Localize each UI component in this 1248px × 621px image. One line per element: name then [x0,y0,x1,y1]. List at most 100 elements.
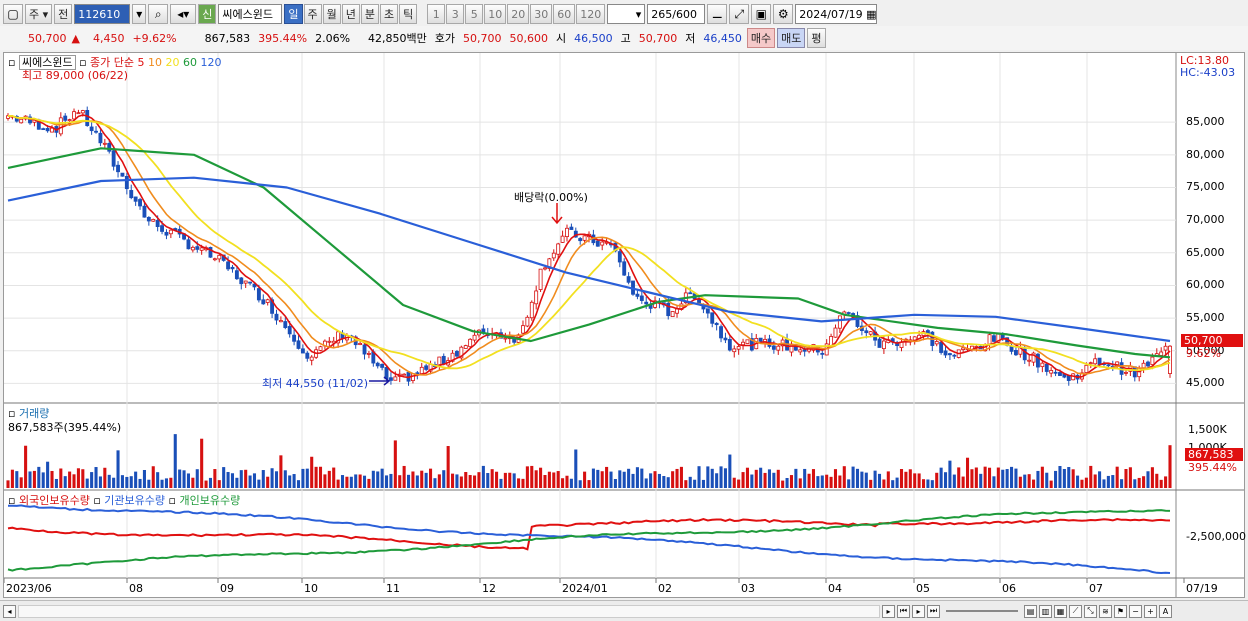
volume-bar-4 [24,445,28,488]
volume-bar-118 [525,466,529,488]
candle-body-131 [582,235,587,241]
y-tick-8: 45,000 [1186,376,1225,390]
candle-body-118 [525,316,530,327]
volume-bar-222 [983,466,987,488]
volume-bar-143 [635,467,639,488]
quote-ask: 50,700 [463,31,502,45]
stock-code-input[interactable]: 112610 [74,4,131,24]
candle-body-48 [217,254,222,260]
sell-button[interactable]: 매도 [777,28,806,48]
line-tool-icon[interactable]: ⟋ [1069,604,1082,618]
eval-button[interactable]: 평 [807,28,826,48]
volume-bar-147 [653,471,657,488]
interval-button-0[interactable]: 1 [427,4,446,24]
chart-area[interactable]: ▫ 씨에스윈드 ▫ 종가 단순 5 10 20 60 120 최고 89,000… [3,52,1246,598]
candle-body-165 [732,348,737,353]
volume-bar-26 [120,475,124,488]
volume-bar-259 [1146,471,1150,488]
zoom-slider[interactable] [946,610,1018,612]
volume-bar-120 [534,470,538,488]
interval-button-1[interactable]: 3 [446,4,465,24]
horizontal-scrollbar[interactable] [18,604,880,618]
volume-bar-21 [98,476,102,488]
candle-style-icon[interactable]: ⚊ [707,4,728,24]
save-icon[interactable]: ▣ [751,4,772,24]
volume-bar-162 [719,466,723,488]
marker-tool-icon[interactable]: ⚑ [1114,604,1127,618]
volume-bar-23 [107,474,111,488]
volume-bar-173 [767,469,771,488]
new-button[interactable]: 신 [198,4,217,24]
timeframe-button-4[interactable]: 분 [360,4,380,24]
candle-body-25 [116,164,120,173]
candle-body-22 [102,142,107,145]
interval-button-7[interactable]: 120 [576,4,606,24]
draw-tool-icon[interactable]: ⤢ [729,4,750,24]
volume-bar-140 [622,471,626,488]
volume-bar-251 [1111,475,1115,488]
timeframe-button-1[interactable]: 주 [303,4,322,24]
volume-bar-12 [59,468,63,488]
date-field[interactable]: 2024/07/19 ▦ [795,4,878,24]
interval-button-2[interactable]: 5 [465,4,484,24]
timeframe-button-0[interactable]: 일 [284,4,303,24]
candle-body-181 [802,349,807,352]
candle-body-14 [67,119,72,122]
play-icon[interactable]: ▸ [912,604,925,618]
candle-body-28 [129,190,134,199]
volume-bar-61 [274,471,279,488]
interval-combo[interactable]: ▾ [607,4,646,24]
interval-button-5[interactable]: 30 [530,4,553,24]
first-page-icon[interactable]: ⏮ [897,604,910,618]
volume-bar-183 [811,469,816,488]
text-tool-icon[interactable]: A [1159,604,1172,618]
fib-tool-icon[interactable]: ≋ [1099,604,1112,618]
zoom-in-icon[interactable]: + [1144,604,1157,618]
volume-bar-56 [252,473,257,488]
period-type-select[interactable]: 주 ▾ [25,4,53,24]
candle-body-141 [626,276,631,283]
hc-value: HC:-43.03 [1180,66,1236,79]
search-icon[interactable]: ⌕ [148,4,169,24]
timeframe-button-5[interactable]: 초 [380,4,399,24]
interval-button-4[interactable]: 20 [507,4,530,24]
y-tick-2: 75,000 [1186,180,1225,194]
buy-button[interactable]: 매수 [746,28,776,48]
interval-button-6[interactable]: 60 [553,4,576,24]
speaker-icon[interactable]: ◂▾ [170,4,197,24]
scroll-left-icon[interactable]: ◂ [3,604,16,618]
timeframe-button-6[interactable]: 틱 [399,4,418,24]
candle-body-9 [45,128,50,132]
layout-icon[interactable]: ▤ [1024,604,1037,618]
timeframe-button-2[interactable]: 월 [322,4,341,24]
volume-bar-111 [495,471,499,488]
trend-tool-icon[interactable]: ⤡ [1084,604,1097,618]
high-label: 고 [620,32,631,45]
volume-bar-41 [186,473,190,488]
last-page-icon[interactable]: ⏭ [927,604,940,618]
count-field[interactable]: 265/600 [647,4,706,24]
candle-body-238 [1053,371,1058,374]
volume-bar-210 [930,480,934,488]
interval-button-3[interactable]: 10 [484,4,507,24]
candle-body-85 [380,363,385,368]
chart-menu-icon[interactable]: ▢ [3,4,23,24]
scroll-right-icon[interactable]: ▸ [882,604,895,618]
zoom-out-icon[interactable]: − [1129,604,1142,618]
gear-icon[interactable]: ⚙ [773,4,794,24]
timeframe-button-3[interactable]: 년 [341,4,360,24]
candle-body-13 [63,115,68,121]
code-dropdown-icon[interactable]: ▾ [132,4,147,24]
volume-bar-195 [864,472,868,488]
stock-chart-svg[interactable] [4,53,1244,597]
prev-button[interactable]: 전 [54,4,73,24]
tile-icon[interactable]: ▦ [1054,604,1067,618]
candle-body-134 [595,240,600,247]
volume-bar-102 [455,474,459,488]
candle-body-17 [80,110,85,114]
volume-bar-38 [173,434,177,488]
split-icon[interactable]: ▥ [1039,604,1052,618]
volume-bar-45 [204,480,208,488]
volume-bar-77 [345,476,349,488]
quote-change-pct: +9.62% [132,31,177,45]
